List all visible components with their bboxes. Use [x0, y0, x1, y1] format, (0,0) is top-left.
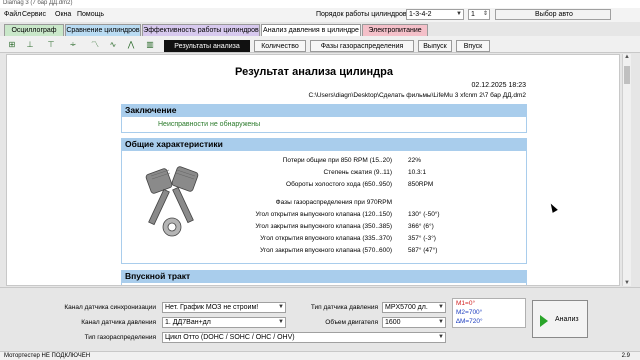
main-tabs: Осциллограф Сравнение цилиндров Эффектив…: [0, 23, 640, 36]
report-scrollbar[interactable]: ▲ ▼: [622, 54, 631, 286]
phase-label-3: Угол закрытия впускного клапана (570..60…: [260, 247, 392, 254]
marker-icon[interactable]: ⊤: [44, 38, 58, 51]
cylinder-value: 1: [471, 11, 475, 18]
pressure-type-select[interactable]: MPX5700 дл. ▼: [382, 302, 446, 313]
auto-icon[interactable]: ∻: [66, 38, 80, 51]
graph-icon[interactable]: 〽: [88, 38, 102, 51]
scroll-up-icon[interactable]: ▲: [624, 54, 630, 60]
phase-value-1: 366° (6°): [408, 223, 434, 230]
dropdown-arrow-icon: ▼: [438, 334, 444, 340]
pressure-type-value: MPX5700 дл.: [385, 304, 428, 311]
dropdown-arrow-icon: ▼: [456, 11, 462, 17]
sync-sensor-select[interactable]: Нет. График МОЗ не строим! ▼: [162, 302, 286, 313]
dropdown-arrow-icon: ▼: [438, 304, 444, 310]
engine-volume-label: Объем двигателя: [325, 319, 378, 326]
general-value-0: 22%: [408, 157, 422, 164]
menu-bar: Файл Сервис Окна Помощь Порядок работы ц…: [0, 8, 640, 22]
sync-sensor-value: Нет. График МОЗ не строим!: [165, 304, 259, 311]
pressure-channel-label: Канал датчика давления: [81, 319, 156, 326]
conclusion-text: Неисправности не обнаружены: [158, 121, 261, 128]
general-label-0: Потери общие при 850 RPM (15..20): [282, 157, 392, 164]
window-title: Diamag 3 (7 бар ДД.dm2): [3, 0, 73, 6]
timing-type-label: Тип газораспределения: [84, 334, 156, 341]
firing-order-label: Порядок работы цилиндров: [316, 11, 407, 18]
marker-delta: ∆M=720°: [456, 318, 483, 325]
scroll-thumb[interactable]: [624, 66, 630, 84]
general-box: Потери общие при 850 RPM (15..20) 22% Ст…: [121, 150, 527, 264]
marker-m2: M2=700°: [456, 309, 483, 316]
phase-value-0: 130° (-50°): [408, 211, 440, 218]
engine-volume-value: 1600: [385, 319, 401, 326]
phase-value-3: 587° (47°): [408, 247, 438, 254]
phase-label-2: Угол открытия впускного клапана (335..37…: [260, 235, 392, 242]
subtab-quantity[interactable]: Количество: [254, 40, 306, 52]
car-select-label: Выбор авто: [535, 11, 573, 18]
menu-file[interactable]: Файл: [4, 11, 21, 18]
tab-cylinder-compare[interactable]: Сравнение цилиндров: [65, 24, 141, 36]
pressure-type-label: Тип датчика давления: [310, 304, 378, 311]
general-value-1: 10.3:1: [408, 169, 427, 176]
phase-label-0: Угол открытия выпускного клапана (120..1…: [255, 211, 392, 218]
menu-service[interactable]: Сервис: [22, 11, 46, 18]
general-label-1: Степень сжатия (9..11): [323, 169, 392, 176]
menu-help[interactable]: Помощь: [77, 11, 104, 18]
subtab-results[interactable]: Результаты анализа: [164, 40, 250, 52]
pressure-channel-value: 1. ДД7Ван+дл: [165, 319, 211, 326]
status-bar: Мотортестер НЕ ПОДКЛЮЧЕН 2.9: [0, 351, 640, 360]
report-title: Результат анализа цилиндра: [235, 66, 393, 78]
firing-order-select[interactable]: 1-3-4-2 ▼: [406, 9, 464, 20]
subtab-intake[interactable]: Впуск: [456, 40, 490, 52]
status-version: 2.9: [621, 353, 630, 359]
conclusion-header: Заключение: [121, 104, 527, 116]
phase-value-2: 357° (-3°): [408, 235, 436, 242]
general-value-2: 850RPM: [408, 181, 434, 188]
graph-peak-icon[interactable]: ⋀: [124, 38, 138, 51]
subtab-valve-timing[interactable]: Фазы газораспределения: [310, 40, 414, 52]
spin-arrows-icon: ⇕: [482, 11, 488, 17]
cylinder-spin[interactable]: 1 ⇕: [468, 9, 490, 20]
firing-order-value: 1-3-4-2: [409, 11, 432, 18]
menu-windows[interactable]: Окна: [55, 11, 71, 18]
intake-box: [121, 282, 527, 285]
car-select-button[interactable]: Выбор авто: [495, 9, 611, 20]
general-header: Общие характеристики: [121, 138, 527, 150]
intake-header: Впускной тракт: [121, 270, 527, 282]
sync-sensor-label: Канал датчика синхронизации: [64, 304, 156, 311]
report-date: 02.12.2025 18:23: [471, 82, 527, 89]
timing-type-value: Цикл Отто (DOHC / SOHC / OHC / OHV): [165, 334, 295, 341]
phase-label-1: Угол закрытия выпускного клапана (350..3…: [255, 223, 392, 230]
play-icon: [540, 315, 548, 327]
dropdown-arrow-icon: ▼: [438, 319, 444, 325]
tab-pressure-analysis[interactable]: Анализ давления в цилиндре: [261, 24, 361, 36]
tab-oscilloscope[interactable]: Осциллограф: [4, 24, 64, 36]
graph-stats-icon[interactable]: ▥: [143, 38, 157, 51]
timing-type-select[interactable]: Цикл Отто (DOHC / SOHC / OHC / OHV) ▼: [162, 332, 446, 343]
tab-cylinder-efficiency[interactable]: Эффективность работы цилиндров: [142, 24, 260, 36]
ruler-icon[interactable]: ⊥: [23, 38, 37, 51]
marker-m1: M1=0°: [456, 300, 476, 307]
general-label-2: Обороты холостого хода (650..950): [286, 181, 392, 188]
zoom-icon[interactable]: ⊞: [5, 38, 19, 51]
marker-legend: M1=0° M2=700° ∆M=720°: [452, 298, 526, 328]
graph-smooth-icon[interactable]: ∿: [106, 38, 120, 51]
title-bar: Diamag 3 (7 бар ДД.dm2): [0, 0, 640, 8]
status-connection: Мотортестер НЕ ПОДКЛЮЧЕН: [4, 353, 91, 359]
phase-title: Фазы газораспределения при 970RPM: [275, 199, 392, 206]
dropdown-arrow-icon: ▼: [278, 319, 284, 325]
pressure-channel-select[interactable]: 1. ДД7Ван+дл ▼: [162, 317, 286, 328]
dropdown-arrow-icon: ▼: [278, 304, 284, 310]
conclusion-box: Неисправности не обнаружены: [121, 116, 527, 133]
subtab-exhaust[interactable]: Выпуск: [418, 40, 452, 52]
scroll-down-icon[interactable]: ▼: [624, 280, 630, 286]
tab-power[interactable]: Электропитание: [362, 24, 428, 36]
engine-volume-select[interactable]: 1600 ▼: [382, 317, 446, 328]
report-path: C:\Users\diagn\Desktop\Сделать фильмы\Li…: [308, 92, 526, 99]
pistons-image: [145, 166, 199, 237]
analyze-button[interactable]: Анализ: [532, 300, 588, 338]
analyze-label: Анализ: [555, 316, 579, 323]
analysis-report: Результат анализа цилиндра 02.12.2025 18…: [6, 54, 620, 286]
